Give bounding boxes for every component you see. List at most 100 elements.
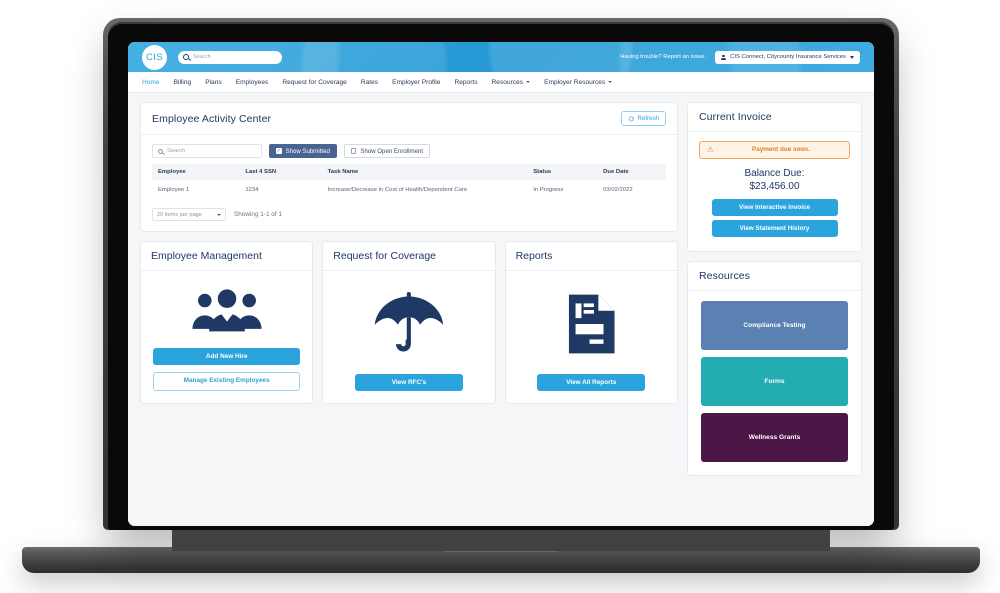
column-header[interactable]: Employee bbox=[152, 164, 240, 180]
tile-title: Employee Management bbox=[141, 242, 313, 271]
resource-tile-wellness-grants[interactable]: Wellness Grants bbox=[701, 412, 848, 462]
resource-tile-label: Forms bbox=[764, 377, 785, 385]
top-bar: CIS Search Having trouble? Report an iss… bbox=[128, 42, 874, 72]
resources-card-header: Resources bbox=[688, 262, 861, 291]
manage-existing-employees-button[interactable]: Manage Existing Employees bbox=[153, 372, 301, 391]
page-title: Employee Activity Center bbox=[152, 112, 272, 125]
checkbox-unchecked-icon bbox=[350, 148, 357, 154]
resource-tile-label: Wellness Grants bbox=[748, 433, 801, 441]
nav-item-plans[interactable]: Plans bbox=[205, 79, 222, 86]
page-content: Employee Activity Center Refresh Search … bbox=[128, 93, 874, 526]
cell-due: 03/02/2022 bbox=[603, 187, 633, 193]
global-search-placeholder: Search bbox=[193, 54, 211, 60]
cell-status: In Progress bbox=[533, 187, 564, 193]
report-document-icon-svg bbox=[569, 294, 615, 354]
resource-tile-compliance-testing[interactable]: Compliance Testing bbox=[701, 300, 848, 350]
show-open-enrollment-toggle[interactable]: Show Open Enrollment bbox=[343, 144, 431, 158]
show-open-enrollment-label: Show Open Enrollment bbox=[360, 147, 424, 155]
nav-item-label: Home bbox=[142, 78, 160, 86]
nav-item-label: Plans bbox=[205, 78, 222, 86]
chevron-down-icon bbox=[850, 55, 854, 59]
nav-item-employer-profile[interactable]: Employer Profile bbox=[392, 79, 440, 86]
balance-due-amount: $23,456.00 bbox=[749, 180, 800, 192]
show-submitted-label: Show Submitted bbox=[285, 147, 330, 155]
refresh-label: Refresh bbox=[637, 115, 659, 122]
search-icon bbox=[183, 54, 189, 60]
user-icon bbox=[721, 54, 727, 60]
nav-item-resources[interactable]: Resources bbox=[492, 79, 531, 86]
cell-ssn: 1234 bbox=[245, 187, 259, 193]
column-header[interactable]: Last 4 SSN bbox=[239, 164, 322, 180]
chevron-down-icon bbox=[526, 81, 531, 83]
view-interactive-invoice-button[interactable]: View Interactive Invoice bbox=[711, 198, 838, 216]
nav-item-label: Billing bbox=[173, 78, 192, 86]
checkbox-checked-icon bbox=[276, 148, 282, 154]
activity-search-input[interactable]: Search bbox=[152, 144, 262, 158]
nav-item-employer-resources[interactable]: Employer Resources bbox=[544, 78, 613, 86]
view-all-reports-button[interactable]: View All Reports bbox=[537, 373, 646, 391]
cell-task: Increase/Decrease in Cost of Health/Depe… bbox=[327, 187, 468, 193]
nav-item-label: Reports bbox=[454, 78, 478, 86]
search-icon bbox=[158, 148, 163, 154]
report-issue-link[interactable]: Having trouble? Report an issue. bbox=[620, 54, 706, 60]
view-rfcs-button[interactable]: View RFC's bbox=[354, 373, 463, 391]
warning-triangle-icon: ⚠ bbox=[707, 145, 714, 154]
alert-text: Payment due soon. bbox=[752, 146, 810, 154]
people-group-icon-svg bbox=[192, 289, 262, 332]
table-header-row: Employee Last 4 SSN Task Name Status Due Dat… bbox=[152, 164, 666, 180]
account-menu[interactable]: CIS Connect, Citycounty Insurance Servic… bbox=[715, 50, 860, 64]
items-per-page-select[interactable]: 20 items per page bbox=[152, 208, 226, 221]
table-pager: 20 items per page Showing 1-1 of 1 bbox=[152, 208, 666, 221]
nav-item-billing[interactable]: Billing bbox=[174, 79, 192, 86]
main-navigation: Home Billing Plans Employees Request for Cov… bbox=[128, 72, 874, 93]
application-window: CIS Search Having trouble? Report an iss… bbox=[128, 42, 874, 526]
activity-table: Employee Last 4 SSN Task Name Status Due Dat… bbox=[152, 164, 666, 200]
global-search-input[interactable]: Search bbox=[178, 50, 282, 64]
nav-item-employees[interactable]: Employees bbox=[236, 79, 269, 86]
umbrella-icon-svg bbox=[374, 291, 444, 352]
showing-count: Showing 1-1 of 1 bbox=[234, 211, 282, 218]
tile-body: View RFC's bbox=[323, 271, 494, 403]
tile-body: Add New Hire Manage Existing Employees bbox=[141, 271, 312, 403]
nav-item-label: Request for Coverage bbox=[282, 78, 347, 86]
items-per-page-value: 20 items per page bbox=[157, 211, 202, 218]
payment-due-alert: ⚠ Payment due soon. bbox=[699, 141, 850, 159]
nav-item-rates[interactable]: Rates bbox=[361, 79, 378, 86]
current-invoice-card: Current Invoice ⚠ Payment due soon. Bala… bbox=[687, 102, 862, 252]
nav-item-label: Employees bbox=[235, 78, 269, 86]
tile-request-for-coverage: Request for Coverage View RFC's bbox=[322, 241, 496, 404]
column-header[interactable]: Due Date bbox=[597, 164, 666, 180]
nav-item-request-for-coverage[interactable]: Request for Coverage bbox=[282, 79, 347, 86]
chevron-down-icon bbox=[608, 81, 613, 83]
tile-title: Request for Coverage bbox=[323, 242, 495, 271]
table-row[interactable]: Employee 1 1234 Increase/Decrease in Cost … bbox=[152, 180, 666, 200]
people-group-icon bbox=[190, 281, 264, 341]
balance-due-label: Balance Due: bbox=[744, 167, 805, 179]
tile-employee-management: Employee Management Add New Hire Manage … bbox=[140, 241, 314, 404]
nav-item-label: Employer Resources bbox=[544, 78, 606, 86]
invoice-card-header: Current Invoice bbox=[688, 103, 861, 132]
nav-item-label: Employer Profile bbox=[392, 78, 441, 86]
nav-item-label: Rates bbox=[360, 78, 379, 86]
refresh-button[interactable]: Refresh bbox=[621, 111, 666, 126]
tile-body: View All Reports bbox=[506, 271, 677, 403]
main-column: Employee Activity Center Refresh Search … bbox=[140, 102, 678, 517]
nav-item-home[interactable]: Home bbox=[142, 79, 160, 86]
feature-tiles: Employee Management Add New Hire Manage … bbox=[140, 241, 678, 404]
laptop-mockup: CIS Search Having trouble? Report an iss… bbox=[0, 0, 1000, 593]
view-statement-history-button[interactable]: View Statement History bbox=[711, 219, 838, 237]
column-header[interactable]: Status bbox=[527, 164, 598, 180]
column-header[interactable]: Task Name bbox=[321, 164, 528, 180]
add-new-hire-button[interactable]: Add New Hire bbox=[153, 348, 301, 365]
show-submitted-toggle[interactable]: Show Submitted bbox=[269, 144, 337, 158]
nav-item-reports[interactable]: Reports bbox=[454, 79, 477, 86]
tile-reports: Reports View All Reports bbox=[504, 241, 678, 404]
activity-card-body: Search Show Submitted Show Open Enrollme… bbox=[141, 135, 677, 231]
refresh-icon bbox=[629, 115, 634, 121]
chevron-down-icon bbox=[217, 213, 221, 216]
side-column: Current Invoice ⚠ Payment due soon. Bala… bbox=[687, 102, 862, 517]
activity-filters: Search Show Submitted Show Open Enrollme… bbox=[152, 144, 666, 158]
cis-logo[interactable]: CIS bbox=[142, 44, 167, 70]
laptop-lid: CIS Search Having trouble? Report an iss… bbox=[103, 18, 899, 530]
resource-tile-forms[interactable]: Forms bbox=[701, 356, 848, 406]
